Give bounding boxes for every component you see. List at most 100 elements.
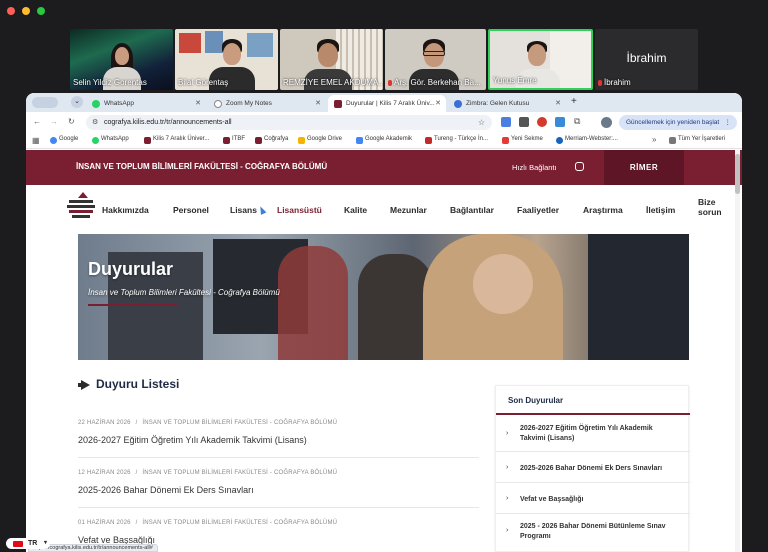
recent-divider bbox=[496, 482, 690, 483]
nav-hakkimizda[interactable]: Hakkımızda bbox=[102, 205, 149, 215]
chevron-right-icon: › bbox=[506, 430, 509, 437]
recent-item[interactable]: Vefat ve Başsağlığı bbox=[520, 495, 680, 505]
bookmark-google-akademik[interactable]: Google Akademik bbox=[356, 136, 412, 144]
update-button-label: Güncellemek için yeniden başlat bbox=[626, 119, 720, 126]
apps-grid-icon[interactable]: ▦ bbox=[32, 136, 40, 145]
bookmark-star-icon[interactable]: ☆ bbox=[478, 115, 485, 130]
participant-name: Selin Yildiz Gorentas bbox=[73, 78, 147, 87]
all-bookmarks[interactable]: Tüm Yer İşaretleri bbox=[669, 136, 726, 144]
kilis-icon bbox=[223, 137, 230, 144]
tab-label: Duyurular | Kilis 7 Aralık Üniv... bbox=[346, 100, 435, 107]
recent-announcements-panel: Son Duyurular › 2026-2027 Eğitim Öğretim… bbox=[495, 385, 690, 552]
participant-name: REMZİYE EMEL AKDUMA... bbox=[283, 78, 383, 87]
participant-name-text: İbrahim bbox=[604, 78, 631, 87]
nav-kalite[interactable]: Kalite bbox=[344, 205, 367, 215]
bookmark-yeni-sekme[interactable]: Yeni Sekme bbox=[502, 136, 543, 144]
page-icon bbox=[214, 100, 222, 108]
scrollbar-thumb[interactable] bbox=[735, 154, 740, 194]
profile-avatar[interactable] bbox=[601, 117, 612, 128]
sidebar-title-underline bbox=[496, 413, 690, 415]
extension-icon[interactable] bbox=[555, 117, 565, 127]
site-info-icon[interactable]: ⚙ bbox=[92, 115, 98, 130]
bookmark-whatsapp[interactable]: WhatsApp bbox=[92, 136, 129, 144]
nav-lisansustu[interactable]: Lisansüstü bbox=[277, 205, 322, 215]
announcement-meta: 12 HAZİRAN 2026 / İNSAN VE TOPLUM BİLİML… bbox=[78, 470, 337, 476]
bookmark-label: Kilis 7 Aralık Üniver... bbox=[153, 136, 210, 142]
maximize-window-icon[interactable] bbox=[37, 7, 45, 15]
recent-item[interactable]: 2025-2026 Bahar Dönemi Ek Ders Sınavları bbox=[520, 464, 680, 474]
grammar-extension-icon[interactable] bbox=[519, 117, 529, 127]
hero-banner: Duyurular İnsan ve Toplum Bilimleri Fakü… bbox=[78, 234, 689, 360]
whatsapp-icon bbox=[92, 137, 99, 144]
nav-baglantilar[interactable]: Bağlantılar bbox=[450, 205, 494, 215]
tab-strip: ⌄ WhatsApp ✕ Zoom My Notes ✕ Duyurular |… bbox=[26, 93, 742, 112]
bookmark-google[interactable]: Google bbox=[50, 136, 78, 144]
adblock-extension-icon[interactable] bbox=[537, 117, 547, 127]
tab-duyurular[interactable]: Duyurular | Kilis 7 Aralık Üniv... ✕ bbox=[328, 95, 446, 112]
participant-tile[interactable]: İbrahim İbrahim bbox=[595, 29, 698, 90]
nav-iletisim[interactable]: İletişim bbox=[646, 205, 675, 215]
participant-tile[interactable]: Arş. Gör. Berkehan Ba... bbox=[385, 29, 486, 90]
tab-label: WhatsApp bbox=[104, 100, 134, 107]
more-menu-icon[interactable]: ⋮ bbox=[725, 115, 732, 130]
close-tab-icon[interactable]: ✕ bbox=[435, 95, 441, 112]
participant-tile[interactable]: Bilal Görentaş bbox=[175, 29, 278, 90]
quick-link-button[interactable]: Hızlı Bağlantı bbox=[512, 163, 557, 172]
tab-zimbra[interactable]: Zimbra: Gelen Kutusu ✕ bbox=[448, 95, 566, 112]
announcement-title[interactable]: 2025-2026 Bahar Dönemi Ek Ders Sınavları bbox=[78, 485, 254, 495]
announcement-divider bbox=[78, 457, 479, 458]
back-icon[interactable]: ← bbox=[33, 117, 41, 126]
extensions-puzzle-icon[interactable]: ⧉ bbox=[574, 116, 580, 127]
update-button[interactable]: Güncellemek için yeniden başlat ⋮ bbox=[619, 115, 737, 130]
nav-personel[interactable]: Personel bbox=[173, 205, 209, 215]
bookmark-itbf[interactable]: ITBF bbox=[223, 136, 245, 144]
participant-big-name: İbrahim bbox=[626, 51, 667, 65]
kilis-icon bbox=[255, 137, 262, 144]
nav-mezunlar[interactable]: Mezunlar bbox=[390, 205, 427, 215]
close-tab-icon[interactable]: ✕ bbox=[315, 95, 321, 112]
recent-item[interactable]: 2026-2027 Eğitim Öğretim Yılı Akademik T… bbox=[520, 424, 680, 444]
bookmark-tureng[interactable]: Tureng - Türkçe İn... bbox=[425, 136, 488, 144]
new-tab-button[interactable]: + bbox=[571, 96, 577, 107]
input-language-indicator[interactable]: TR ▾ bbox=[6, 538, 50, 549]
participant-tile[interactable]: Selin Yildiz Gorentas bbox=[70, 29, 173, 90]
hero-underline bbox=[88, 304, 178, 306]
tab-group-icon[interactable] bbox=[32, 97, 58, 108]
recent-item[interactable]: 2025 - 2026 Bahar Dönemi Bütünleme Sınav… bbox=[520, 522, 685, 542]
address-bar[interactable]: ⚙ cografya.kilis.edu.tr/tr/announcements… bbox=[86, 115, 492, 130]
translate-extension-icon[interactable] bbox=[501, 117, 511, 127]
instagram-icon[interactable] bbox=[575, 162, 584, 171]
bookmark-merriam-webster[interactable]: Merriam-Webster:... bbox=[556, 136, 618, 144]
youtube-icon bbox=[502, 137, 509, 144]
site-logo[interactable] bbox=[66, 192, 96, 222]
tab-label: Zoom My Notes bbox=[226, 100, 272, 107]
participant-tile-active-speaker[interactable]: Yunus Emre bbox=[488, 29, 593, 90]
forward-icon[interactable]: → bbox=[50, 117, 58, 126]
bookmark-cografya[interactable]: Coğrafya bbox=[255, 136, 288, 144]
nav-lisans[interactable]: Lisans bbox=[230, 205, 257, 215]
minimize-window-icon[interactable] bbox=[22, 7, 30, 15]
bookmark-google-drive[interactable]: Google Drive bbox=[298, 136, 342, 144]
rimer-button[interactable]: RİMER bbox=[604, 150, 684, 185]
tab-zoom-notes[interactable]: Zoom My Notes ✕ bbox=[208, 95, 326, 112]
recent-divider bbox=[496, 513, 690, 514]
nav-bize-sorun[interactable]: Bize sorun bbox=[698, 197, 722, 217]
close-window-icon[interactable] bbox=[7, 7, 15, 15]
reload-icon[interactable]: ↻ bbox=[68, 117, 75, 126]
participant-tile[interactable]: REMZİYE EMEL AKDUMA... bbox=[280, 29, 383, 90]
announcement-date: 01 HAZİRAN 2026 bbox=[78, 520, 131, 526]
close-tab-icon[interactable]: ✕ bbox=[555, 95, 561, 112]
bookmark-kilis[interactable]: Kilis 7 Aralık Üniver... bbox=[144, 136, 210, 144]
nav-faaliyetler[interactable]: Faaliyetler bbox=[517, 205, 559, 215]
chevron-right-icon: › bbox=[506, 527, 509, 534]
close-tab-icon[interactable]: ✕ bbox=[195, 95, 201, 112]
page-scrollbar[interactable] bbox=[735, 150, 740, 552]
tab-whatsapp[interactable]: WhatsApp ✕ bbox=[86, 95, 206, 112]
announcement-title[interactable]: 2026-2027 Eğitim Öğretim Yılı Akademik T… bbox=[78, 435, 307, 445]
list-title: Duyuru Listesi bbox=[96, 377, 180, 391]
bookmark-label: Tüm Yer İşaretleri bbox=[678, 136, 726, 142]
bookmarks-overflow-icon[interactable]: » bbox=[652, 135, 656, 144]
nav-arastirma[interactable]: Araştırma bbox=[583, 205, 623, 215]
tab-search-icon[interactable]: ⌄ bbox=[71, 96, 83, 108]
site-header-title[interactable]: İNSAN VE TOPLUM BİLİMLERİ FAKÜLTESİ - CO… bbox=[76, 162, 327, 171]
